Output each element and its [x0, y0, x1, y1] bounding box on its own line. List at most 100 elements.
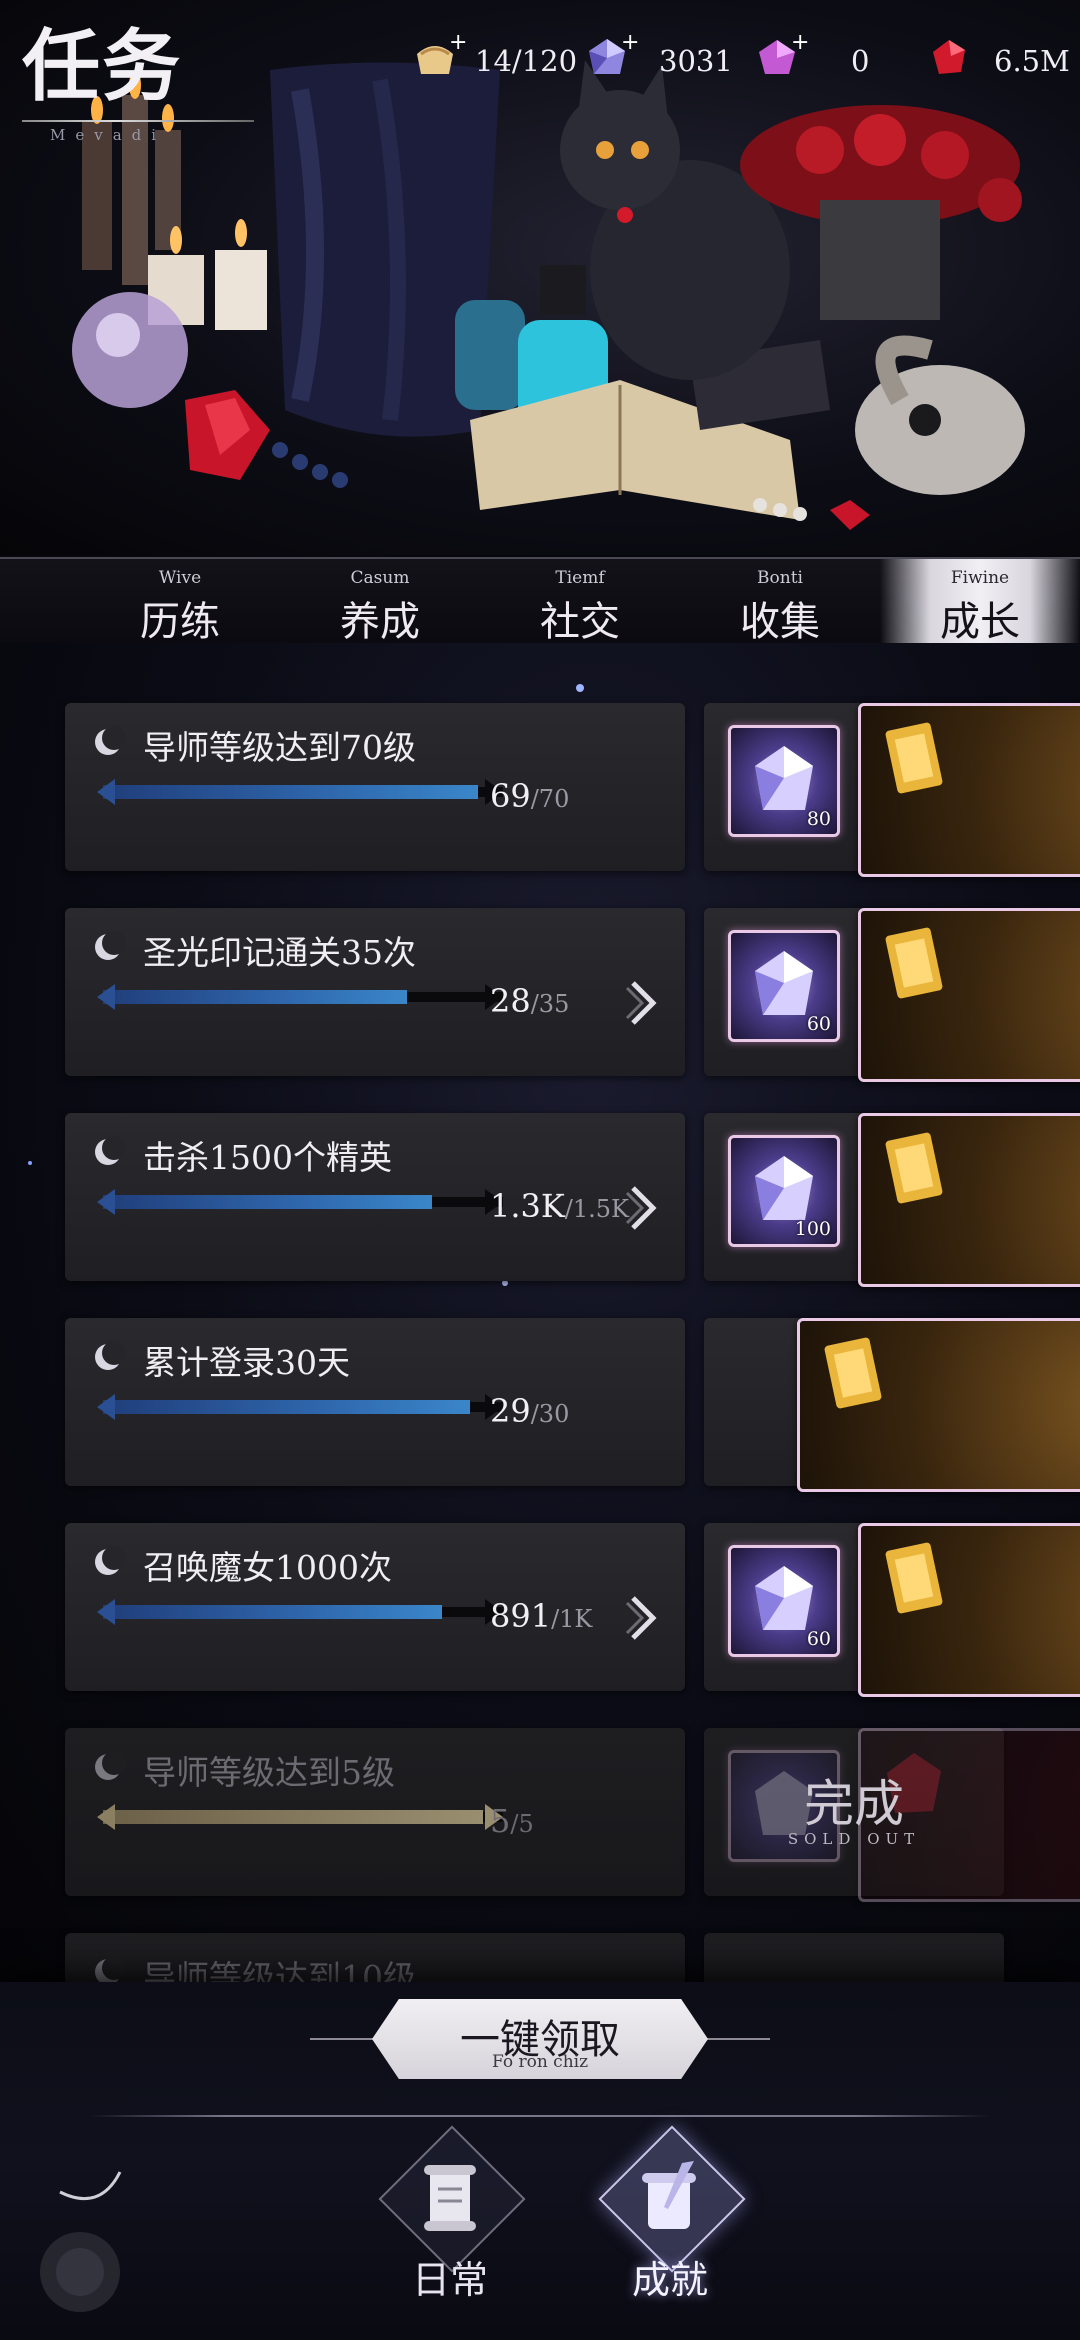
scroll-icon [424, 2165, 476, 2231]
progress-bar [97, 1599, 503, 1625]
progress-total: /30 [530, 1400, 570, 1428]
chevron-right-icon[interactable] [625, 1593, 665, 1643]
progress-arrow-left [97, 984, 115, 1010]
progress-text: 891/1K [490, 1597, 592, 1635]
task-name: 导师等级达到10级 [143, 1958, 416, 1983]
red-ruby-icon [933, 40, 965, 74]
progress-bar [97, 1189, 503, 1215]
task-row[interactable]: 召唤魔女1000次 891/1K 60 1 [65, 1523, 1080, 1697]
progress-current: 29 [490, 1392, 531, 1430]
task-row[interactable]: 累计登录30天 29/30 10 [65, 1318, 1080, 1492]
tab-en-label: Wive [158, 568, 202, 588]
page-title-text: 任务 [22, 21, 183, 112]
claim-all-sublabel: Fo ron chiz [491, 2052, 589, 2072]
golden-card-icon [885, 722, 943, 794]
tab-en-label: Bonti [757, 568, 803, 588]
add-pink-gem-icon[interactable]: + [791, 30, 809, 55]
moon-icon [95, 1956, 126, 1983]
progress-fill [103, 1810, 483, 1824]
nav-achievement[interactable]: 成就 [590, 2125, 750, 2327]
moon-icon [95, 1136, 126, 1165]
add-stamina-icon[interactable]: + [449, 30, 467, 55]
progress-text: 69/70 [490, 777, 569, 815]
progress-current: 1.3K [490, 1187, 565, 1225]
rose-decoration-icon [40, 2171, 122, 2312]
page-title-block: 任务 Mevadi [22, 28, 262, 144]
reward-card-item[interactable]: 1 [858, 703, 1080, 877]
crystal-value: 3031 [659, 44, 733, 78]
quill-scroll-icon [642, 2161, 696, 2229]
nav-daily[interactable]: 日常 [370, 2125, 530, 2327]
task-name: 导师等级达到5级 [143, 1753, 395, 1792]
golden-card-icon [885, 1542, 943, 1614]
chevron-right-icon[interactable] [625, 978, 665, 1028]
task-card[interactable]: 击杀1500个精英 1.3K/1.5K [65, 1113, 685, 1281]
progress-bar [97, 984, 503, 1010]
progress-fill [103, 785, 478, 799]
reward-card-item[interactable]: 1 [858, 1113, 1080, 1287]
task-row[interactable]: 导师等级达到70级 69/70 80 1 [65, 703, 1080, 877]
bottom-panel: 一键领取 Fo ron chiz 日常 成就 [0, 1982, 1080, 2340]
progress-bar [97, 1394, 503, 1420]
reward-gem[interactable]: 60 [728, 930, 840, 1042]
progress-total: /1.5K [564, 1195, 629, 1223]
reward-card-item[interactable]: 10 [797, 1318, 1080, 1492]
completed-stamp: 完成 SOLD OUT [759, 1764, 949, 1848]
reward-card-item[interactable]: 1 [858, 1523, 1080, 1697]
add-crystal-icon[interactable]: + [621, 30, 639, 55]
task-row-completed: 导师等级达到5级 5/5 5000 完成 SOLD OUT [65, 1728, 1080, 1902]
task-name: 召唤魔女1000次 [143, 1548, 392, 1587]
progress-text: 29/30 [490, 1392, 569, 1430]
tab-bonti[interactable]: Bonti 收集 [690, 559, 870, 645]
page-subtitle: Mevadi [50, 126, 167, 144]
reward-gem[interactable]: 60 [728, 1545, 840, 1657]
tab-tiemf[interactable]: Tiemf 社交 [490, 559, 670, 645]
stamina-value: 14/120 [475, 44, 578, 78]
tab-en-label: Fiwine [950, 568, 1010, 588]
reward-card: 60 1 [704, 908, 1080, 1082]
progress-fill [103, 1195, 432, 1209]
progress-current: 69 [490, 777, 531, 815]
tab-casum[interactable]: Casum 养成 [290, 559, 470, 645]
progress-fill [103, 990, 407, 1004]
reward-gem[interactable]: 80 [728, 725, 840, 837]
reward-card [704, 1933, 1004, 1983]
progress-arrow-left [97, 1599, 115, 1625]
reward-count: 60 [806, 1013, 831, 1035]
task-card[interactable]: 圣光印记通关35次 28/35 [65, 908, 685, 1076]
header-scene: 任务 Mevadi + 14/120 + 3031 + 0 6.5M [0, 0, 1080, 555]
task-name: 累计登录30天 [143, 1343, 350, 1382]
claim-all-button[interactable]: 一键领取 Fo ron chiz [372, 1999, 708, 2079]
task-card[interactable]: 导师等级达到70级 69/70 [65, 703, 685, 871]
progress-bar [97, 779, 503, 805]
tab-cn-label: 成长 [940, 599, 1020, 645]
reward-card: 60 1 [704, 1523, 1080, 1697]
task-card[interactable]: 累计登录30天 29/30 [65, 1318, 685, 1486]
task-list[interactable]: 导师等级达到70级 69/70 80 1 圣光 [0, 643, 1080, 1983]
tab-wive[interactable]: Wive 历练 [90, 559, 270, 645]
reward-gem[interactable]: 100 [728, 1135, 840, 1247]
progress-text: 28/35 [490, 982, 569, 1020]
moon-icon [95, 726, 126, 755]
tab-cn-label: 养成 [340, 599, 420, 645]
task-row-partial: 导师等级达到10级 [65, 1933, 1005, 1983]
progress-arrow-left [97, 1394, 115, 1420]
reward-count: 100 [794, 1218, 831, 1240]
progress-current: 891 [490, 1597, 552, 1635]
reward-card-item[interactable]: 1 [858, 908, 1080, 1082]
page-title: 任务 [22, 28, 262, 106]
tab-cn-label: 收集 [740, 599, 820, 645]
progress-bar [97, 1804, 503, 1830]
task-card[interactable]: 召唤魔女1000次 891/1K [65, 1523, 685, 1691]
moon-icon [95, 1341, 126, 1370]
tab-cn-label: 历练 [140, 599, 220, 645]
title-underline [22, 120, 254, 122]
moon-icon [95, 1751, 126, 1780]
progress-current: 28 [490, 982, 531, 1020]
task-row[interactable]: 击杀1500个精英 1.3K/1.5K 100 1 [65, 1113, 1080, 1287]
task-row[interactable]: 圣光印记通关35次 28/35 60 1 [65, 908, 1080, 1082]
tab-fiwine[interactable]: Fiwine 成长 [880, 559, 1080, 645]
chevron-right-icon[interactable] [625, 1183, 665, 1233]
reward-count: 80 [806, 808, 831, 830]
moon-icon [95, 931, 126, 960]
